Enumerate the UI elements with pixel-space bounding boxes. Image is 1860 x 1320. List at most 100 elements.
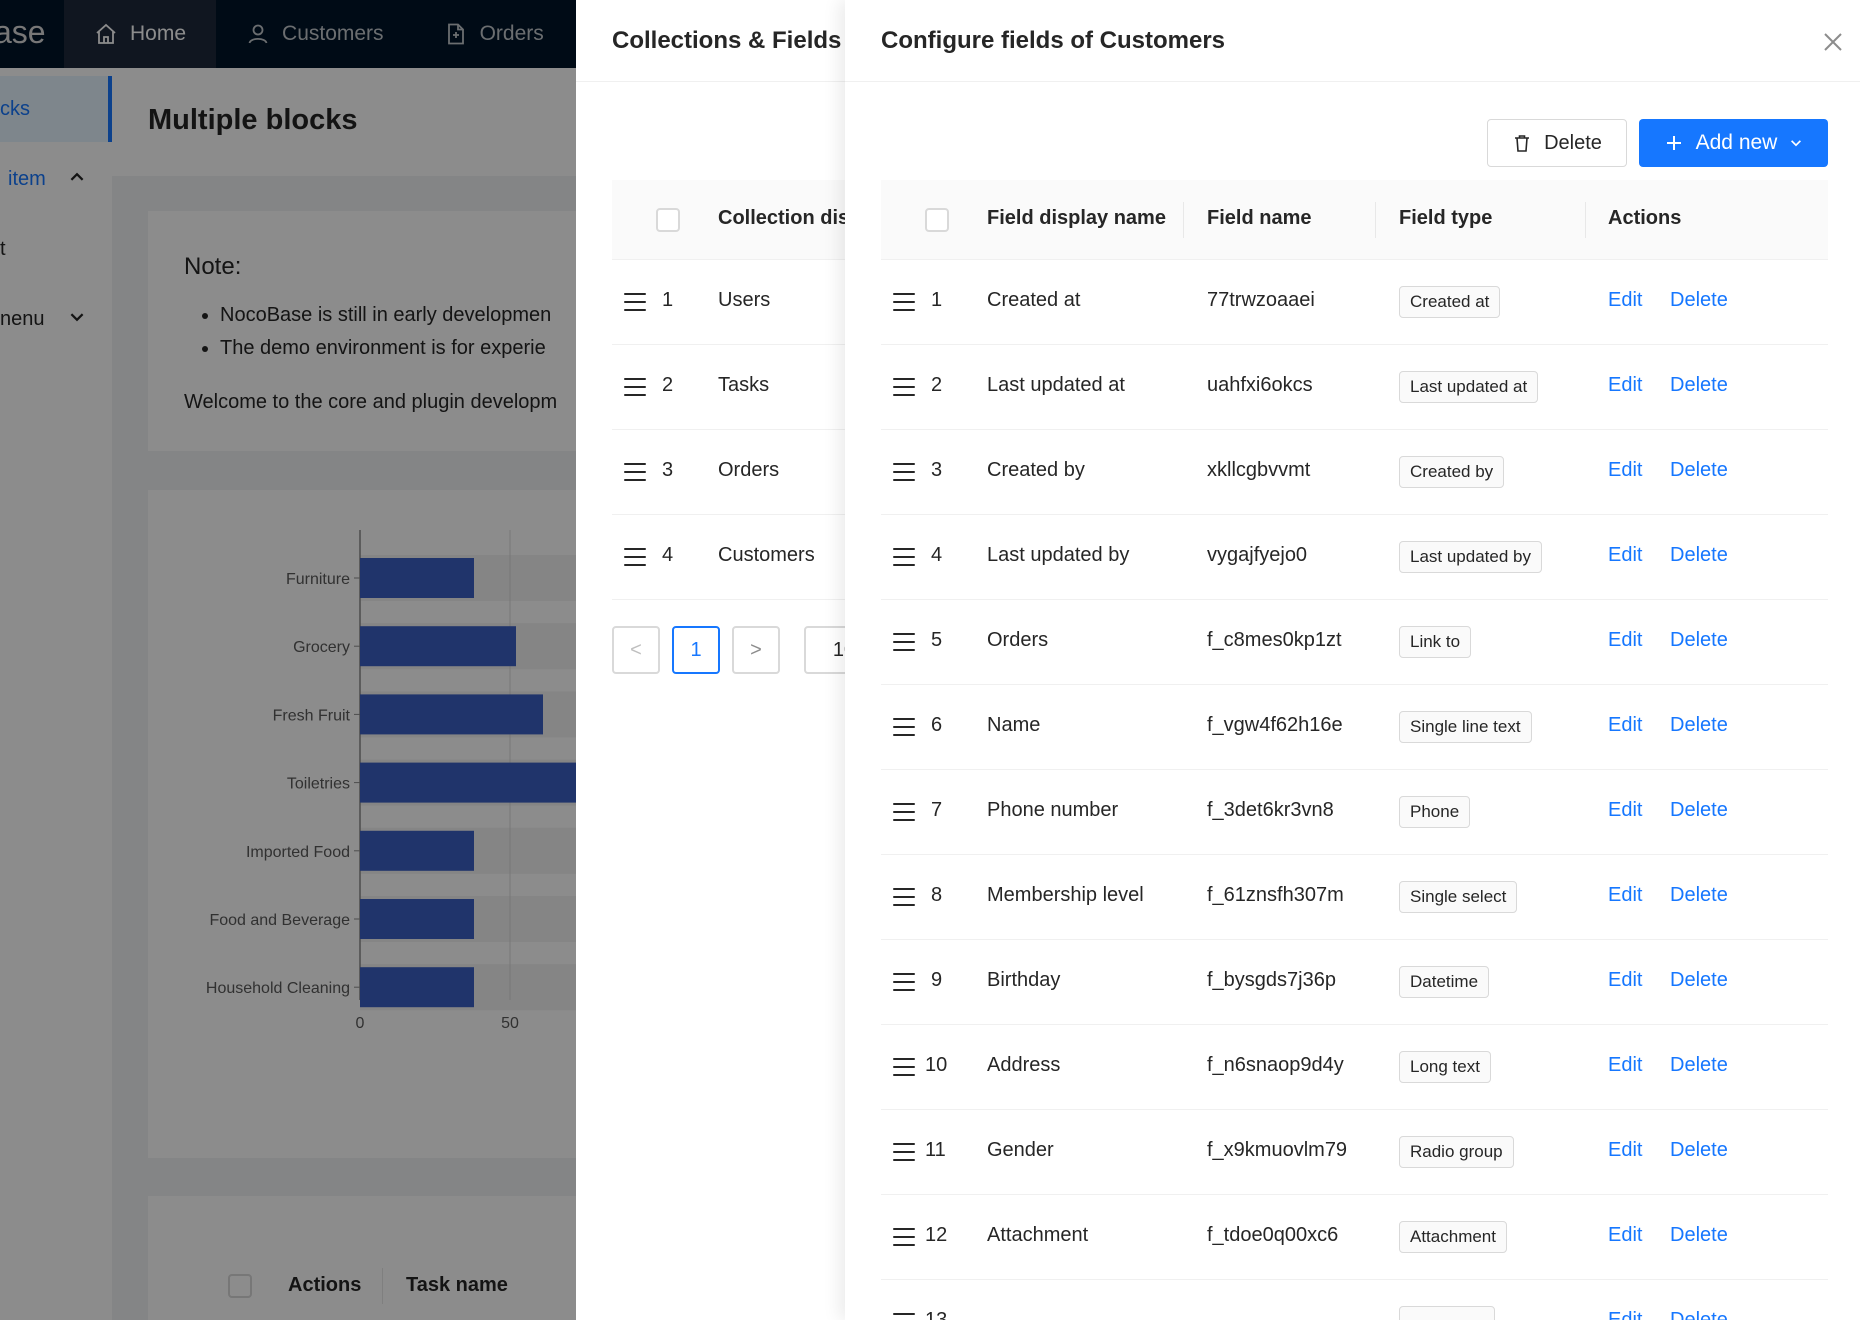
select-all-checkbox[interactable] <box>656 208 680 232</box>
drag-handle-icon[interactable] <box>893 888 915 906</box>
field-type-tag: Attachment <box>1399 1221 1507 1253</box>
drag-handle-icon[interactable] <box>893 1228 915 1246</box>
drag-handle-icon[interactable] <box>624 463 646 481</box>
column-divider <box>1375 202 1376 238</box>
column-header-field-type: Field type <box>1399 207 1493 229</box>
fields-table-header: Field display name Field name Field type… <box>881 180 1828 260</box>
field-row[interactable]: 2 Last updated at uahfxi6okcs Last updated … <box>881 345 1828 430</box>
delete-button[interactable]: Delete <box>1487 119 1627 167</box>
delete-link[interactable]: Delete <box>1670 1054 1728 1077</box>
fields-drawer-title: Configure fields of Customers <box>881 27 1226 54</box>
field-row[interactable]: 11 Gender f_x9kmuovlm79 Radio group Edit Dele… <box>881 1110 1828 1195</box>
add-new-button-label: Add new <box>1695 131 1778 154</box>
add-new-button[interactable]: Add new <box>1639 119 1828 167</box>
delete-link[interactable]: Delete <box>1670 289 1728 312</box>
pagination-prev-button[interactable]: < <box>612 626 660 674</box>
edit-link[interactable]: Edit <box>1608 544 1642 567</box>
field-display-name: Gender <box>987 1139 1054 1161</box>
row-number: 4 <box>931 544 943 566</box>
close-icon[interactable] <box>1821 30 1845 54</box>
pagination-page-1[interactable]: 1 <box>672 626 720 674</box>
drag-handle-icon[interactable] <box>893 293 915 311</box>
drag-handle-icon[interactable] <box>893 1313 915 1320</box>
edit-link[interactable]: Edit <box>1608 969 1642 992</box>
field-name: f_c8mes0kp1zt <box>1207 629 1342 651</box>
delete-link[interactable]: Delete <box>1670 714 1728 737</box>
edit-link[interactable]: Edit <box>1608 1224 1642 1247</box>
drag-handle-icon[interactable] <box>893 1143 915 1161</box>
collection-name: Orders <box>718 459 780 481</box>
field-type-tag: Single select <box>1399 881 1518 913</box>
collection-name: Tasks <box>718 374 770 396</box>
edit-link[interactable]: Edit <box>1608 629 1642 652</box>
drag-handle-icon[interactable] <box>893 718 915 736</box>
edit-link[interactable]: Edit <box>1608 1054 1642 1077</box>
edit-link[interactable]: Edit <box>1608 289 1642 312</box>
drag-handle-icon[interactable] <box>893 378 915 396</box>
field-name: uahfxi6okcs <box>1207 374 1313 396</box>
field-row[interactable]: 1 Created at 77trwzoaaei Created at Edit Dele… <box>881 260 1828 345</box>
delete-link[interactable]: Delete <box>1670 884 1728 907</box>
field-type-tag: Created at <box>1399 286 1501 318</box>
delete-link[interactable]: Delete <box>1670 459 1728 482</box>
field-type-tag: Datetime <box>1399 966 1490 998</box>
column-header-collection-display-name: Collection dis <box>718 207 850 229</box>
field-row[interactable]: 6 Name f_vgw4f62h16e Single line text Edit De… <box>881 685 1828 770</box>
field-row[interactable]: 3 Created by xkllcgbvvmt Created by Edit Dele… <box>881 430 1828 515</box>
select-all-checkbox[interactable] <box>925 208 949 232</box>
fields-table-body: 1 Created at 77trwzoaaei Created at Edit Dele… <box>881 260 1828 1320</box>
pagination-next-button[interactable]: > <box>732 626 780 674</box>
field-display-name: Orders <box>987 629 1049 651</box>
delete-link[interactable]: Delete <box>1670 629 1728 652</box>
delete-link[interactable]: Delete <box>1670 1309 1728 1320</box>
field-row[interactable]: 13 Edit Delete <box>881 1280 1828 1320</box>
column-divider <box>1585 202 1586 238</box>
field-row[interactable]: 5 Orders f_c8mes0kp1zt Link to Edit Delete <box>881 600 1828 685</box>
drag-handle-icon[interactable] <box>624 293 646 311</box>
field-row[interactable]: 12 Attachment f_tdoe0q00xc6 Attachment Edit D… <box>881 1195 1828 1280</box>
edit-link[interactable]: Edit <box>1608 374 1642 397</box>
drag-handle-icon[interactable] <box>893 1058 915 1076</box>
delete-link[interactable]: Delete <box>1670 1224 1728 1247</box>
edit-link[interactable]: Edit <box>1608 884 1642 907</box>
column-header-field-display-name: Field display name <box>987 207 1166 229</box>
delete-link[interactable]: Delete <box>1670 374 1728 397</box>
delete-link[interactable]: Delete <box>1670 969 1728 992</box>
column-header-actions: Actions <box>1608 207 1682 229</box>
drag-handle-icon[interactable] <box>893 548 915 566</box>
field-display-name: Created by <box>987 459 1085 481</box>
delete-link[interactable]: Delete <box>1670 544 1728 567</box>
field-row[interactable]: 9 Birthday f_bysgds7j36p Datetime Edit Delete <box>881 940 1828 1025</box>
field-row[interactable]: 4 Last updated by vygajfyejo0 Last updated … <box>881 515 1828 600</box>
field-type-tag: Phone <box>1399 796 1471 828</box>
drag-handle-icon[interactable] <box>893 633 915 651</box>
edit-link[interactable]: Edit <box>1608 459 1642 482</box>
field-display-name: Last updated at <box>987 374 1125 396</box>
edit-link[interactable]: Edit <box>1608 1139 1642 1162</box>
drag-handle-icon[interactable] <box>893 463 915 481</box>
field-row[interactable]: 10 Address f_n6snaop9d4y Long text Edit Delet… <box>881 1025 1828 1110</box>
delete-link[interactable]: Delete <box>1670 1139 1728 1162</box>
drag-handle-icon[interactable] <box>624 548 646 566</box>
edit-link[interactable]: Edit <box>1608 1309 1642 1320</box>
field-row[interactable]: 7 Phone number f_3det6kr3vn8 Phone Edit Delet… <box>881 770 1828 855</box>
collections-drawer-title: Collections & Fields <box>612 27 842 54</box>
drag-handle-icon[interactable] <box>893 803 915 821</box>
plus-icon <box>1666 136 1681 150</box>
row-number: 10 <box>925 1054 948 1076</box>
drag-handle-icon[interactable] <box>893 973 915 991</box>
drag-handle-icon[interactable] <box>624 378 646 396</box>
edit-link[interactable]: Edit <box>1608 714 1642 737</box>
row-number: 13 <box>925 1309 948 1320</box>
field-name: xkllcgbvvmt <box>1207 459 1311 481</box>
field-row[interactable]: 8 Membership level f_61znsfh307m Single sel… <box>881 855 1828 940</box>
chevron-down-icon <box>1791 140 1802 147</box>
row-number: 11 <box>925 1139 946 1161</box>
collection-name: Users <box>718 289 771 311</box>
row-number: 3 <box>662 459 674 481</box>
field-display-name: Attachment <box>987 1224 1089 1246</box>
field-name: f_3det6kr3vn8 <box>1207 799 1334 821</box>
field-name: f_bysgds7j36p <box>1207 969 1336 991</box>
delete-link[interactable]: Delete <box>1670 799 1728 822</box>
edit-link[interactable]: Edit <box>1608 799 1642 822</box>
